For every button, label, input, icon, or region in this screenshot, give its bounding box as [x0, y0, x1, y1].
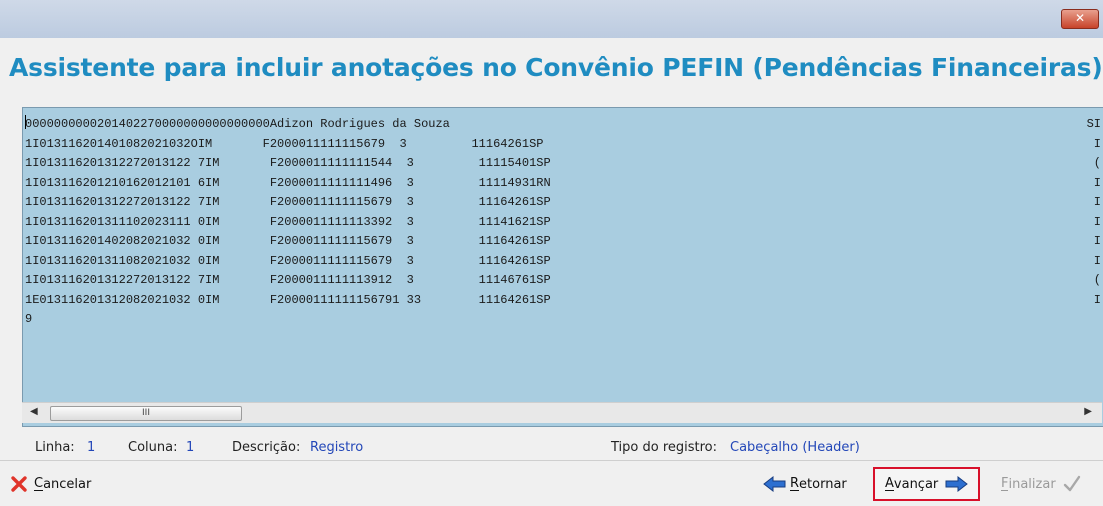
retornar-mnemonic: R [790, 476, 800, 491]
coluna-label: Coluna: [128, 440, 178, 455]
line-5: 1I013116201311102023111 0IM F20000111111… [25, 214, 551, 229]
close-window-button[interactable]: ✕ [1061, 9, 1099, 29]
right-col-6: I [1093, 234, 1101, 248]
line-2: 1I013116201312272013122 7IM F20000111111… [25, 156, 551, 170]
right-col-2: ( [1093, 156, 1101, 170]
linha-value: 1 [87, 440, 96, 455]
line-0: 0000000000201402270000000000000000Adizon… [25, 117, 450, 131]
avancar-button[interactable]: Avançar [873, 467, 981, 501]
avancar-mnemonic: A [885, 476, 894, 491]
checkmark-icon [1063, 475, 1080, 492]
finalizar-button[interactable]: Finalizar [1001, 471, 1082, 497]
right-col-7: I [1093, 253, 1101, 268]
right-col-4: I [1093, 195, 1101, 209]
right-col-3: I [1093, 175, 1101, 190]
arrow-right-icon [945, 476, 969, 492]
right-col-9: I [1093, 292, 1101, 307]
line-4: 1I013116201312272013122 7IM F20000111111… [25, 195, 551, 209]
coluna-value: 1 [186, 440, 195, 455]
right-edge-text: SI I ( I I I I I ( I [1087, 115, 1101, 310]
horizontal-scrollbar[interactable]: ◀ III ▶ [22, 402, 1102, 423]
scroll-thumb[interactable]: III [50, 406, 242, 421]
cancel-label: ancelar [43, 476, 92, 492]
line-6: 1I013116201402082021032 0IM F20000111111… [25, 234, 551, 248]
avancar-label: vançar [893, 476, 939, 492]
scroll-left-icon[interactable]: ◀ [30, 406, 38, 417]
line-3: 1I013116201210162012101 6IM F20000111111… [25, 175, 551, 190]
right-col-5: I [1093, 214, 1101, 229]
header: Assistente para incluir anotações no Con… [0, 38, 1103, 100]
line-1: 1I013116201401082021032OIM F200001111111… [25, 136, 544, 151]
cancel-x-icon [11, 476, 27, 492]
scroll-right-icon[interactable]: ▶ [1084, 406, 1092, 417]
right-col-0: SI [1086, 117, 1101, 131]
arrow-left-icon [763, 476, 786, 492]
line-8: 1I013116201312272013122 7IM F20000111111… [25, 273, 551, 287]
descricao-label: Descrição: [232, 440, 301, 455]
right-col-8: ( [1093, 273, 1101, 287]
tipo-registro-label: Tipo do registro: [611, 440, 718, 455]
linha-label: Linha: [35, 440, 75, 455]
finalizar-label: inalizar [1008, 476, 1056, 492]
finalizar-mnemonic: F [1001, 476, 1009, 491]
file-lines: 0000000000201402270000000000000000Adizon… [25, 115, 551, 330]
footer-bar: Cancelar Retornar Avançar Finalizar [0, 460, 1103, 506]
page-title: Assistente para incluir anotações no Con… [9, 53, 1103, 82]
cancel-button[interactable]: Cancelar [10, 471, 91, 497]
line-7: 1I013116201311082021032 0IM F20000111111… [25, 253, 551, 268]
retornar-button[interactable]: Retornar [763, 471, 847, 497]
retornar-label: etornar [799, 476, 847, 492]
cancel-mnemonic: C [34, 476, 44, 491]
window-titlebar: ✕ [0, 0, 1103, 39]
line-9: 1E013116201312082021032 0IM F20000111111… [25, 292, 551, 307]
descricao-value: Registro [310, 440, 364, 455]
file-content-editor[interactable]: 0000000000201402270000000000000000Adizon… [22, 107, 1103, 427]
status-bar: Linha: 1 Coluna: 1 Descrição: Registro T… [0, 437, 1103, 459]
close-icon: ✕ [1074, 11, 1086, 25]
tipo-registro-value: Cabeçalho (Header) [730, 440, 860, 455]
right-col-1: I [1093, 136, 1101, 151]
line-10: 9 [25, 312, 33, 326]
